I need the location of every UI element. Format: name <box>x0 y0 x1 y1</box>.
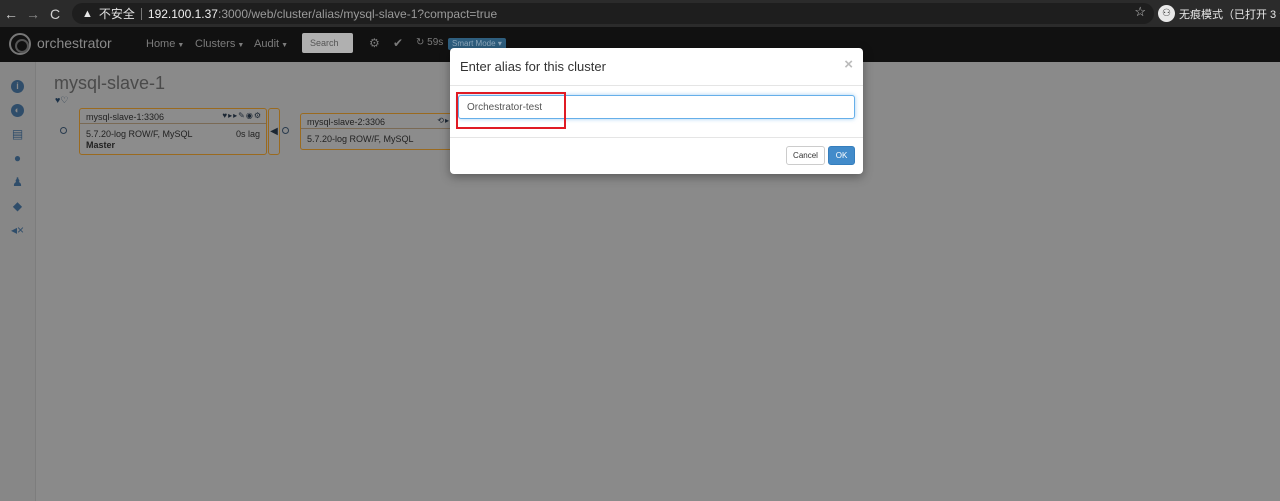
divider <box>450 137 863 138</box>
menu-audit[interactable]: Audit ▼ <box>254 38 288 50</box>
incognito-indicator[interactable]: ⚇ 无痕模式（已打开 3 个窗口 <box>1158 4 1280 23</box>
warning-icon: ▲ <box>82 7 93 20</box>
instance-version: 5.7.20-log ROW/F, MySQL <box>307 134 414 144</box>
tag-icon[interactable]: ◆ <box>11 200 24 213</box>
dialog-title: Enter alias for this cluster <box>460 59 606 74</box>
url-host: 192.100.1.37 <box>147 6 218 21</box>
menu-clusters[interactable]: Clusters ▼ <box>195 38 244 50</box>
contrast-icon[interactable]: ◐ <box>11 104 24 117</box>
tint-icon[interactable]: ● <box>11 152 24 165</box>
instance-role: Master <box>86 140 116 150</box>
caret-down-icon: ▼ <box>281 42 289 49</box>
instance-name: mysql-slave-1:3306 <box>86 112 165 122</box>
menu-home-label: Home <box>146 38 176 50</box>
instance-action-icons[interactable]: ⟲▸ <box>437 116 450 125</box>
forward-icon[interactable]: → <box>22 0 44 27</box>
instance-name: mysql-slave-2:3306 <box>307 117 386 127</box>
caret-down-icon: ▼ <box>237 42 245 49</box>
brand-name[interactable]: orchestrator <box>37 35 112 51</box>
refresh-timer[interactable]: ↻ 59s <box>416 37 443 48</box>
gear-icon[interactable]: ⚙ <box>369 36 380 50</box>
divider <box>450 85 863 86</box>
instance-action-icons[interactable]: ♥▸▸✎◉⚙ <box>222 111 262 120</box>
instance-version: 5.7.20-log ROW/F, MySQL <box>86 129 193 139</box>
instance-node-replica[interactable]: mysql-slave-2:3306 ⟲▸ 5.7.20-log ROW/F, … <box>300 113 455 150</box>
node-connector-dot[interactable] <box>282 127 289 134</box>
search-input[interactable]: Search <box>302 33 353 53</box>
caret-down-icon: ▼ <box>177 42 185 49</box>
menu-audit-label: Audit <box>254 38 280 50</box>
info-icon[interactable]: i <box>11 80 24 93</box>
columns-icon[interactable]: ▤ <box>11 128 24 141</box>
heart-icon: ♥♡ <box>55 95 69 105</box>
close-icon[interactable]: × <box>844 56 853 73</box>
incognito-label: 无痕模式（已打开 3 个窗口 <box>1179 8 1280 21</box>
sidebar: i ◐ ▤ ● ♟ ◆ ◂× <box>0 62 36 501</box>
user-icon[interactable]: ♟ <box>11 176 24 189</box>
ok-button[interactable]: OK <box>828 146 855 165</box>
instance-node-master[interactable]: mysql-slave-1:3306 ♥▸▸✎◉⚙ 5.7.20-log ROW… <box>79 108 267 155</box>
bookmark-star-icon[interactable]: ☆ <box>1134 4 1146 20</box>
divider <box>301 128 454 129</box>
back-icon[interactable]: ← <box>0 0 22 27</box>
url-path: :3000/web/cluster/alias/mysql-slave-1?co… <box>217 6 498 21</box>
reload-icon[interactable]: C <box>44 0 66 27</box>
cluster-title: mysql-slave-1 <box>54 73 166 93</box>
menu-home[interactable]: Home ▼ <box>146 38 184 50</box>
cancel-button[interactable]: Cancel <box>786 146 825 165</box>
node-connector-dot[interactable] <box>60 127 67 134</box>
incognito-icon: ⚇ <box>1158 5 1175 22</box>
refresh-icon: ↻ <box>416 37 425 48</box>
collapse-chevron-icon[interactable]: ◀ <box>268 108 280 155</box>
address-bar[interactable]: ▲ 不安全 192.100.1.37:3000/web/cluster/alia… <box>72 3 1154 24</box>
menu-clusters-label: Clusters <box>195 38 236 50</box>
caret-down-icon: ▾ <box>497 39 502 48</box>
instance-lag: 0s lag <box>235 129 260 139</box>
orchestrator-logo-icon[interactable] <box>9 33 31 55</box>
volume-off-icon[interactable]: ◂× <box>11 224 24 237</box>
annotation-highlight-box <box>456 92 566 129</box>
check-circle-icon[interactable]: ✔ <box>393 36 403 50</box>
divider <box>80 123 266 124</box>
divider <box>140 7 142 20</box>
refresh-label: 59s <box>427 37 444 48</box>
smart-mode-label: Smart Mode <box>452 39 496 48</box>
insecure-label: 不安全 <box>98 7 135 21</box>
